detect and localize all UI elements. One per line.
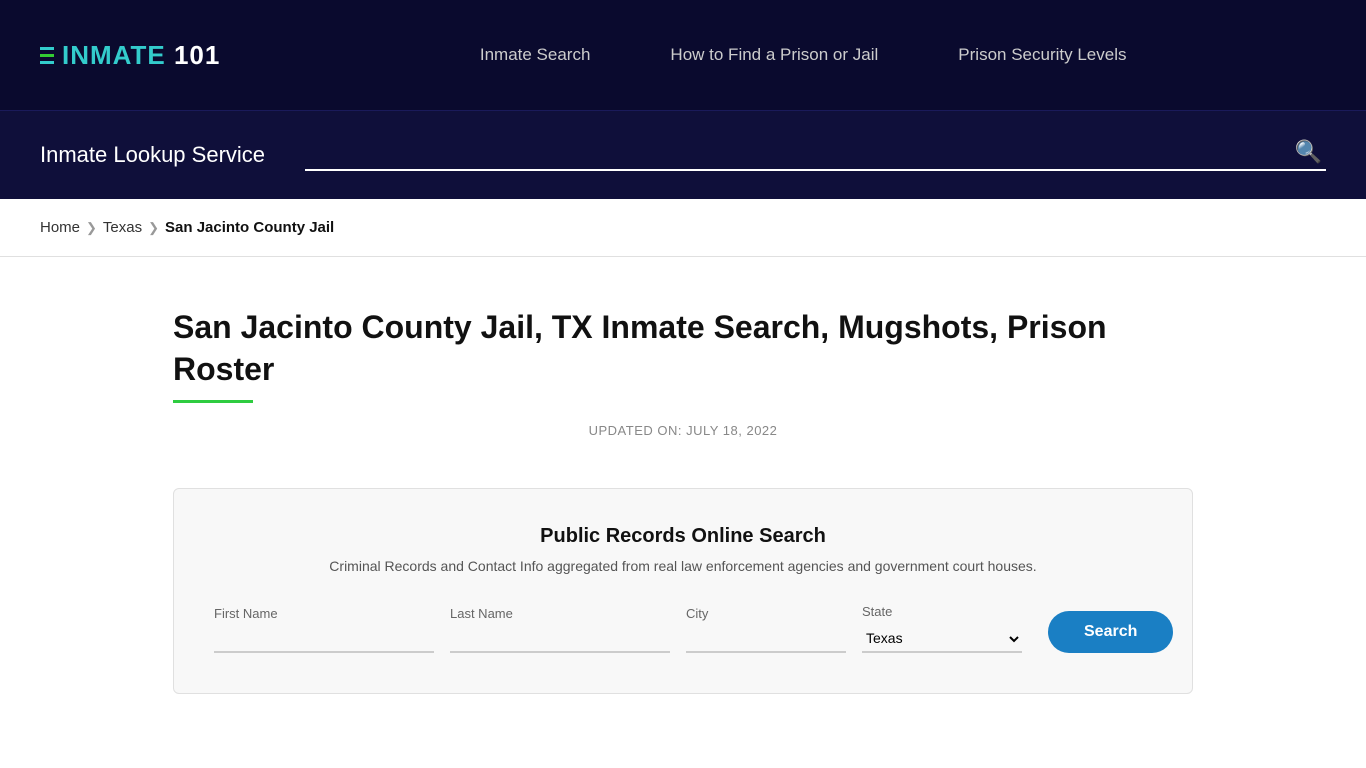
breadcrumb-sep-1: ❯ [86, 220, 97, 236]
logo-bars-icon [40, 47, 54, 64]
main-content: San Jacinto County Jail, TX Inmate Searc… [133, 257, 1233, 754]
breadcrumb-home[interactable]: Home [40, 219, 80, 236]
breadcrumb-current: San Jacinto County Jail [165, 219, 334, 236]
site-search-button[interactable]: 🔍 [1291, 139, 1326, 165]
last-name-label: Last Name [450, 606, 670, 621]
state-group: State AlabamaAlaskaArizonaArkansasCalifo… [862, 604, 1022, 653]
city-group: City [686, 606, 846, 653]
first-name-group: First Name [214, 606, 434, 653]
title-underline [173, 400, 253, 403]
logo-prefix: INMATE [62, 40, 166, 70]
first-name-input[interactable] [214, 627, 434, 653]
site-logo[interactable]: INMATE 101 [40, 40, 220, 71]
logo-bar-2 [40, 54, 54, 57]
city-label: City [686, 606, 846, 621]
site-search-input[interactable] [305, 143, 1291, 161]
search-input-wrap: 🔍 [305, 139, 1326, 171]
search-section: Inmate Lookup Service 🔍 [0, 110, 1366, 199]
city-input[interactable] [686, 627, 846, 653]
breadcrumb: Home ❯ Texas ❯ San Jacinto County Jail [40, 219, 1326, 236]
logo-suffix: 101 [166, 40, 221, 70]
logo-bar-3 [40, 61, 54, 64]
card-title: Public Records Online Search [214, 525, 1152, 548]
updated-label: UPDATED ON: JULY 18, 2022 [173, 423, 1193, 438]
breadcrumb-state[interactable]: Texas [103, 219, 142, 236]
search-button[interactable]: Search [1048, 611, 1173, 653]
first-name-label: First Name [214, 606, 434, 621]
logo-text: INMATE 101 [62, 40, 220, 71]
search-icon: 🔍 [1295, 139, 1322, 164]
last-name-group: Last Name [450, 606, 670, 653]
search-card: Public Records Online Search Criminal Re… [173, 488, 1193, 694]
breadcrumb-sep-2: ❯ [148, 220, 159, 236]
last-name-input[interactable] [450, 627, 670, 653]
state-select[interactable]: AlabamaAlaskaArizonaArkansasCaliforniaCo… [862, 625, 1022, 653]
search-form-row: First Name Last Name City State AlabamaA… [214, 604, 1152, 653]
nav-how-to-find[interactable]: How to Find a Prison or Jail [670, 45, 878, 65]
page-title: San Jacinto County Jail, TX Inmate Searc… [173, 307, 1193, 390]
state-label: State [862, 604, 1022, 619]
nav-links: Inmate Search How to Find a Prison or Ja… [480, 45, 1127, 65]
top-navigation: INMATE 101 Inmate Search How to Find a P… [0, 0, 1366, 110]
logo-bar-1 [40, 47, 54, 50]
search-section-label: Inmate Lookup Service [40, 142, 265, 168]
nav-security-levels[interactable]: Prison Security Levels [958, 45, 1126, 65]
card-description: Criminal Records and Contact Info aggreg… [214, 558, 1152, 574]
nav-inmate-search[interactable]: Inmate Search [480, 45, 591, 65]
breadcrumb-section: Home ❯ Texas ❯ San Jacinto County Jail [0, 199, 1366, 257]
